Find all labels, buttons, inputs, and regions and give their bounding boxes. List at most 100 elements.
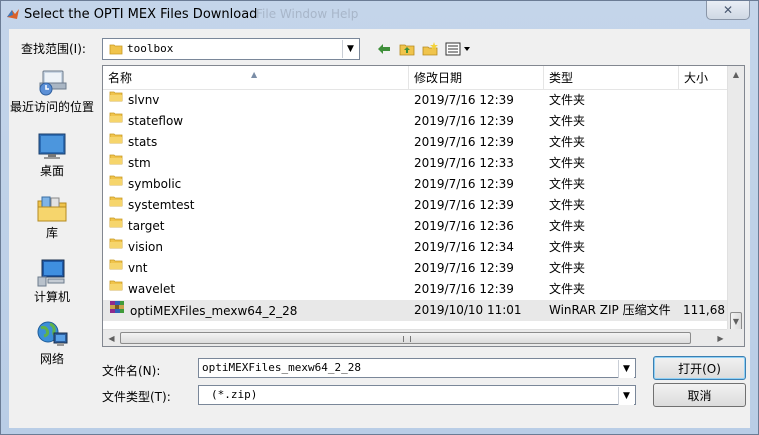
view-menu-icon[interactable]	[444, 41, 474, 57]
folder-icon	[109, 44, 123, 55]
window-title: Select the OPTI MEX Files Download	[24, 7, 258, 22]
close-button[interactable]: ✕	[706, 1, 750, 20]
scrollbar-corner	[727, 329, 744, 346]
lookin-value: toolbox	[127, 42, 174, 55]
scroll-left-icon[interactable]: ◀	[103, 330, 120, 346]
cell-size	[683, 132, 733, 153]
cell-size	[683, 237, 733, 258]
place-computer[interactable]: 计算机	[9, 257, 95, 304]
back-arrow-icon[interactable]	[375, 41, 393, 57]
place-recent[interactable]: 最近访问的位置	[9, 67, 95, 114]
cell-name: slvnv	[109, 90, 409, 111]
cell-date: 2019/7/16 12:39	[414, 261, 514, 275]
cell-date: 2019/7/16 12:39	[414, 135, 514, 149]
cell-date: 2019/7/16 12:39	[414, 282, 514, 296]
cell-name: systemtest	[109, 195, 409, 216]
folder-icon	[109, 153, 123, 173]
column-header-name[interactable]: ▲ 名称	[103, 66, 409, 90]
cell-name: stm	[109, 153, 409, 174]
cell-size	[683, 216, 733, 237]
cell-date: 2019/7/16 12:39	[414, 177, 514, 191]
folder-icon	[109, 216, 123, 236]
scroll-down-icon[interactable]: ▼	[728, 313, 744, 330]
cell-date: 2019/7/16 12:34	[414, 240, 514, 254]
list-header: ▲ 名称 修改日期 类型 大小	[103, 66, 729, 90]
cell-type: 文件夹	[549, 177, 586, 191]
table-row[interactable]: optiMEXFiles_mexw64_2_28 2019/10/10 11:01…	[103, 300, 729, 321]
new-folder-icon[interactable]	[421, 41, 439, 57]
dialog-client-area: 查找范围(I): toolbox ▼ 最近访问的位置 桌面 库 计算机 网络 ▲…	[9, 29, 750, 428]
chevron-down-icon[interactable]: ▼	[618, 387, 634, 405]
place-label: 最近访问的位置	[9, 100, 94, 114]
cancel-button[interactable]: 取消	[653, 383, 746, 407]
lookin-combo[interactable]: toolbox ▼	[102, 38, 360, 60]
cell-type: 文件夹	[549, 240, 586, 254]
place-network[interactable]: 网络	[9, 319, 95, 366]
cell-type: 文件夹	[549, 198, 586, 212]
cell-size	[683, 153, 733, 174]
table-row[interactable]: systemtest 2019/7/16 12:39 文件夹	[103, 195, 729, 216]
folder-icon	[109, 279, 123, 299]
computer-icon	[34, 257, 70, 289]
cell-type: 文件夹	[549, 114, 586, 128]
horizontal-scrollbar[interactable]: ◀ ▶	[103, 329, 729, 346]
cell-name: symbolic	[109, 174, 409, 195]
close-icon: ✕	[722, 3, 734, 17]
cell-type: 文件夹	[549, 261, 586, 275]
background-menu-text: File Window Help	[256, 7, 359, 21]
cell-date: 2019/7/16 12:39	[414, 93, 514, 107]
cell-type: 文件夹	[549, 156, 586, 170]
place-desktop[interactable]: 桌面	[9, 131, 95, 178]
column-header-type[interactable]: 类型	[544, 66, 679, 90]
table-row[interactable]: vnt 2019/7/16 12:39 文件夹	[103, 258, 729, 279]
cell-name: target	[109, 216, 409, 237]
place-label: 计算机	[33, 290, 70, 304]
network-icon	[34, 319, 70, 351]
chevron-down-icon[interactable]: ▼	[618, 360, 634, 378]
up-folder-icon[interactable]	[398, 41, 416, 57]
place-libraries[interactable]: 库	[9, 193, 95, 240]
filetype-label: 文件类型(T):	[102, 390, 171, 404]
cell-size	[683, 258, 733, 279]
libraries-icon	[34, 193, 70, 225]
column-header-size[interactable]: 大小	[679, 66, 729, 90]
scroll-up-icon[interactable]: ▲	[728, 66, 744, 83]
scroll-grip-icon	[403, 336, 411, 342]
file-dialog-window: Select the OPTI MEX Files Download File …	[0, 0, 759, 435]
place-label: 网络	[39, 352, 64, 366]
cell-name: optiMEXFiles_mexw64_2_28	[109, 300, 409, 321]
filetype-combo[interactable]: (*.zip) ▼	[198, 385, 636, 405]
horizontal-scroll-thumb[interactable]	[120, 332, 691, 344]
cell-type: WinRAR ZIP 压缩文件	[549, 303, 671, 317]
cell-name: stats	[109, 132, 409, 153]
matlab-logo-icon	[7, 9, 19, 19]
cell-type: 文件夹	[549, 219, 586, 233]
table-row[interactable]: stm 2019/7/16 12:33 文件夹	[103, 153, 729, 174]
table-row[interactable]: symbolic 2019/7/16 12:39 文件夹	[103, 174, 729, 195]
title-bar[interactable]: Select the OPTI MEX Files Download File …	[1, 1, 758, 29]
filetype-value: (*.zip)	[211, 388, 258, 401]
open-button[interactable]: 打开(O)	[653, 356, 746, 380]
table-row[interactable]: slvnv 2019/7/16 12:39 文件夹	[103, 90, 729, 111]
cell-date: 2019/10/10 11:01	[414, 303, 522, 317]
cell-size: 111,68	[683, 303, 725, 317]
cell-size	[683, 279, 733, 300]
table-row[interactable]: wavelet 2019/7/16 12:39 文件夹	[103, 279, 729, 300]
chevron-down-icon[interactable]: ▼	[342, 40, 358, 58]
recent-places-icon	[34, 67, 70, 99]
desktop-icon	[34, 131, 70, 163]
cell-type: 文件夹	[549, 93, 586, 107]
cell-type: 文件夹	[549, 135, 586, 149]
cell-size	[683, 174, 733, 195]
filename-combo[interactable]: optiMEXFiles_mexw64_2_28 ▼	[198, 358, 636, 378]
table-row[interactable]: vision 2019/7/16 12:34 文件夹	[103, 237, 729, 258]
cell-name: wavelet	[109, 279, 409, 300]
vertical-scrollbar[interactable]: ▲ ▼	[727, 66, 744, 340]
cell-date: 2019/7/16 12:33	[414, 156, 514, 170]
file-list[interactable]: ▲ 名称 修改日期 类型 大小 slvnv 2019/7/16 12:39 文件夹 s…	[102, 65, 745, 347]
table-row[interactable]: target 2019/7/16 12:36 文件夹	[103, 216, 729, 237]
column-header-date[interactable]: 修改日期	[409, 66, 544, 90]
places-bar: 最近访问的位置 桌面 库 计算机 网络	[9, 65, 95, 366]
table-row[interactable]: stats 2019/7/16 12:39 文件夹	[103, 132, 729, 153]
table-row[interactable]: stateflow 2019/7/16 12:39 文件夹	[103, 111, 729, 132]
